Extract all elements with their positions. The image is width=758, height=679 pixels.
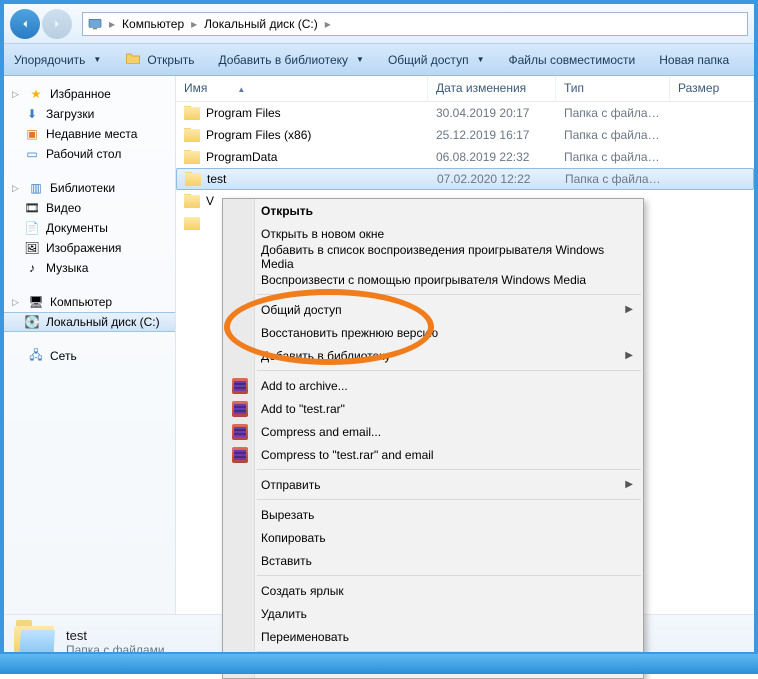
documents-icon: 📄 xyxy=(24,220,40,236)
drive-icon: 💽 xyxy=(24,314,40,330)
star-icon: ★ xyxy=(28,86,44,102)
folder-icon xyxy=(184,217,200,230)
breadcrumb[interactable]: ▸ Компьютер ▸ Локальный диск (C:) ▸ xyxy=(82,12,748,36)
computer-icon xyxy=(87,16,103,32)
video-icon: 🎞 xyxy=(24,200,40,216)
libraries-icon: ▥ xyxy=(28,180,44,196)
downloads-icon: ⬇ xyxy=(24,106,40,122)
breadcrumb-segment[interactable]: Компьютер xyxy=(117,17,189,31)
nav-forward-button[interactable] xyxy=(42,9,72,39)
ctx-add-to-archive[interactable]: Add to archive... xyxy=(223,374,643,397)
winrar-icon xyxy=(231,423,249,441)
computer-icon: 🖥 xyxy=(28,294,44,310)
open-button[interactable]: Открыть xyxy=(125,51,194,68)
compat-files-button[interactable]: Файлы совместимости xyxy=(508,53,635,67)
column-headers: Имя▲ Дата изменения Тип Размер xyxy=(176,76,754,102)
sidebar-video[interactable]: 🎞Видео xyxy=(4,198,175,218)
folder-icon xyxy=(185,173,201,186)
ctx-add-to-test-rar[interactable]: Add to "test.rar" xyxy=(223,397,643,420)
breadcrumb-segment[interactable]: Локальный диск (C:) xyxy=(199,17,323,31)
ctx-send-to[interactable]: Отправить▶ xyxy=(223,473,643,496)
context-menu: Открыть Открыть в новом окне Добавить в … xyxy=(222,198,644,679)
winrar-icon xyxy=(231,446,249,464)
breadcrumb-separator: ▸ xyxy=(189,17,199,31)
desktop-icon: ▭ xyxy=(24,146,40,162)
ctx-copy[interactable]: Копировать xyxy=(223,526,643,549)
folder-icon xyxy=(184,151,200,164)
network-icon: 🖧 xyxy=(28,348,44,364)
folder-icon xyxy=(184,107,200,120)
music-icon: ♪ xyxy=(24,260,40,276)
col-type-header[interactable]: Тип xyxy=(556,76,670,101)
sidebar-libraries[interactable]: ▷▥Библиотеки xyxy=(4,178,175,198)
file-row-selected[interactable]: test 07.02.2020 12:22Папка с файлами xyxy=(176,168,754,190)
ctx-open[interactable]: Открыть xyxy=(223,199,643,222)
file-row[interactable]: Program Files 30.04.2019 20:17Папка с фа… xyxy=(176,102,754,124)
col-name-header[interactable]: Имя▲ xyxy=(176,76,428,101)
col-size-header[interactable]: Размер xyxy=(670,76,754,101)
sidebar-images[interactable]: 🖼Изображения xyxy=(4,238,175,258)
file-row[interactable]: ProgramData 06.08.2019 22:32Папка с файл… xyxy=(176,146,754,168)
new-folder-button[interactable]: Новая папка xyxy=(659,53,729,67)
sidebar-desktop[interactable]: ▭Рабочий стол xyxy=(4,144,175,164)
sort-asc-icon: ▲ xyxy=(237,85,245,94)
nav-tree: ▷★Избранное ⬇Загрузки ▣Недавние места ▭Р… xyxy=(4,76,176,614)
nav-back-button[interactable] xyxy=(10,9,40,39)
ctx-cut[interactable]: Вырезать xyxy=(223,503,643,526)
submenu-arrow-icon: ▶ xyxy=(625,479,633,490)
sidebar-local-disk-c[interactable]: 💽Локальный диск (C:) xyxy=(4,312,175,332)
winrar-icon xyxy=(231,400,249,418)
col-date-header[interactable]: Дата изменения xyxy=(428,76,556,101)
folder-icon xyxy=(184,129,200,142)
toolbar: Упорядочить▼ Открыть Добавить в библиоте… xyxy=(4,44,754,76)
add-to-library-button[interactable]: Добавить в библиотеку▼ xyxy=(218,53,363,67)
ctx-create-shortcut[interactable]: Создать ярлык xyxy=(223,579,643,602)
folder-icon xyxy=(184,195,200,208)
images-icon: 🖼 xyxy=(24,240,40,256)
ctx-paste[interactable]: Вставить xyxy=(223,549,643,572)
sidebar-favorites[interactable]: ▷★Избранное xyxy=(4,84,175,104)
sidebar-documents[interactable]: 📄Документы xyxy=(4,218,175,238)
ctx-compress-email[interactable]: Compress and email... xyxy=(223,420,643,443)
ctx-restore-previous-version[interactable]: Восстановить прежнюю версию xyxy=(223,321,643,344)
organize-button[interactable]: Упорядочить▼ xyxy=(14,53,101,67)
details-name: test xyxy=(66,628,165,643)
ctx-compress-test-email[interactable]: Compress to "test.rar" and email xyxy=(223,443,643,466)
breadcrumb-separator: ▸ xyxy=(323,17,333,31)
submenu-arrow-icon: ▶ xyxy=(625,304,633,315)
ctx-rename[interactable]: Переименовать xyxy=(223,625,643,648)
winrar-icon xyxy=(231,377,249,395)
sidebar-computer[interactable]: ▷🖥Компьютер xyxy=(4,292,175,312)
share-button[interactable]: Общий доступ▼ xyxy=(388,53,485,67)
breadcrumb-separator: ▸ xyxy=(107,17,117,31)
file-row[interactable]: Program Files (x86) 25.12.2019 16:17Папк… xyxy=(176,124,754,146)
ctx-add-wmp-playlist[interactable]: Добавить в список воспроизведения проигр… xyxy=(223,245,643,268)
taskbar xyxy=(0,652,758,674)
folder-open-icon xyxy=(125,51,141,68)
ctx-add-to-library[interactable]: Добавить в библиотеку▶ xyxy=(223,344,643,367)
navigation-bar: ▸ Компьютер ▸ Локальный диск (C:) ▸ xyxy=(4,4,754,44)
ctx-delete[interactable]: Удалить xyxy=(223,602,643,625)
sidebar-downloads[interactable]: ⬇Загрузки xyxy=(4,104,175,124)
ctx-play-wmp[interactable]: Воспроизвести с помощью проигрывателя Wi… xyxy=(223,268,643,291)
recent-icon: ▣ xyxy=(24,126,40,142)
sidebar-recent[interactable]: ▣Недавние места xyxy=(4,124,175,144)
sidebar-network[interactable]: 🖧Сеть xyxy=(4,346,175,366)
submenu-arrow-icon: ▶ xyxy=(625,350,633,361)
sidebar-music[interactable]: ♪Музыка xyxy=(4,258,175,278)
ctx-share[interactable]: Общий доступ▶ xyxy=(223,298,643,321)
